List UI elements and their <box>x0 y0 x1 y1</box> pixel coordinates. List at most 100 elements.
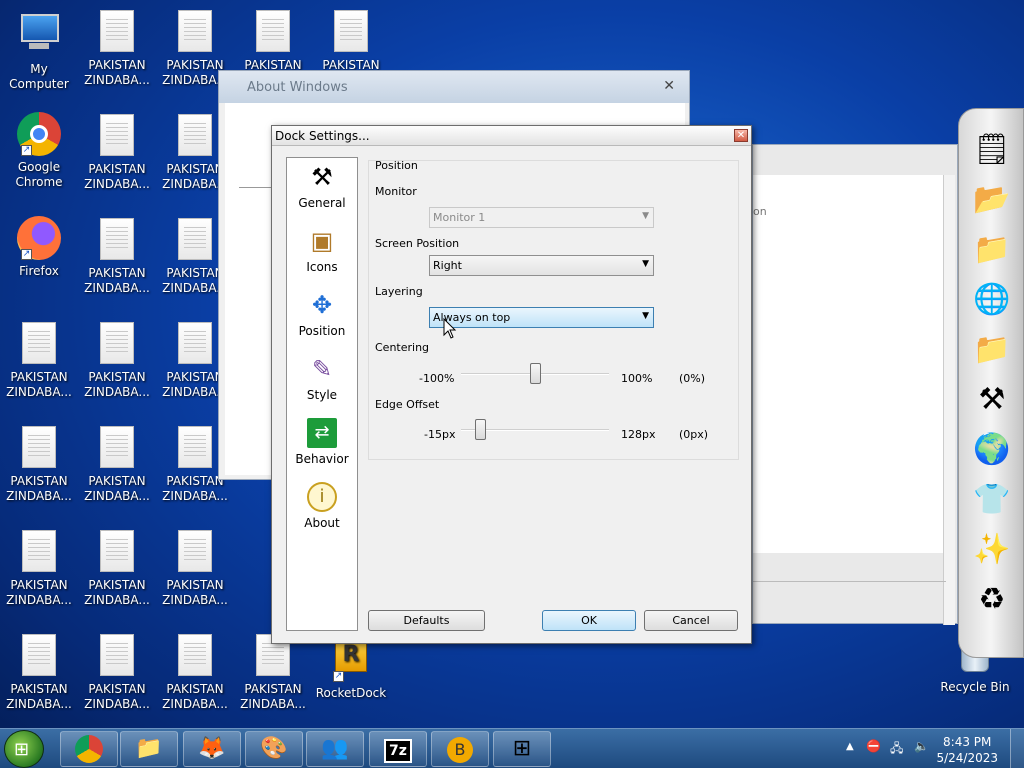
edge-offset-slider-thumb[interactable] <box>475 419 486 440</box>
document-icon <box>178 10 212 52</box>
clock-date: 5/24/2023 <box>936 751 998 765</box>
folder-icon[interactable]: 📁 <box>969 327 1015 373</box>
desktop-file-icon[interactable]: PAKISTAN ZINDABA... <box>0 634 79 712</box>
nav-item-general[interactable]: ⚒ General <box>287 158 357 222</box>
show-desktop-button[interactable] <box>1010 729 1024 768</box>
background-window[interactable]: on <box>752 144 958 625</box>
dock-settings-dialog[interactable]: Dock Settings... ✕ ⚒ General ▣ Icons ✥ P… <box>271 125 752 644</box>
scrollbar[interactable] <box>943 175 955 625</box>
layering-label: Layering <box>375 285 423 298</box>
desktop-file-icon[interactable]: PAKISTAN ZINDABA... <box>77 426 157 504</box>
explorer-icon: 📁 <box>135 736 163 761</box>
desktop-file-icon[interactable]: PAKISTAN ZINDABA... <box>77 634 157 712</box>
window-title: About Windows <box>219 71 689 103</box>
taskbar-firefox[interactable]: 🦊 <box>183 731 241 767</box>
desktop-icon-rocketdock[interactable]: R ↗ RocketDock <box>311 638 391 701</box>
document-icon <box>22 530 56 572</box>
document-icon <box>22 634 56 676</box>
icon-label: My Computer <box>9 62 69 91</box>
desktop-file-icon[interactable]: PAKISTAN ZINDABA... <box>77 10 157 88</box>
clock-time: 8:43 PM <box>943 735 992 749</box>
screen-position-select[interactable]: Right ▼ <box>429 255 654 276</box>
monitor-label: Monitor <box>375 185 417 198</box>
desktop-file-icon[interactable]: PAKISTAN ZINDABA... <box>0 530 79 608</box>
wand-icon[interactable]: ✨ <box>969 527 1015 573</box>
cancel-button[interactable]: Cancel <box>644 610 738 631</box>
folder-icon[interactable]: 📂 <box>969 177 1015 223</box>
7zip-icon: 7z <box>384 739 412 763</box>
tools-icon[interactable]: ⚒ <box>969 377 1015 423</box>
tshirt-icon[interactable]: 👕 <box>969 477 1015 523</box>
rocketdock-icon: R ↗ <box>333 638 369 682</box>
desktop-file-icon[interactable]: PAKISTAN ZINDABA... <box>0 322 79 400</box>
taskbar-windows[interactable]: ⊞ <box>493 731 551 767</box>
close-icon[interactable]: ✕ <box>663 78 675 94</box>
desktop-file-icon[interactable]: PAKISTAN ZINDABA... <box>233 634 313 712</box>
nav-item-style[interactable]: ✎ Style <box>287 350 357 414</box>
shortcut-arrow-icon: ↗ <box>21 249 32 260</box>
dialog-title: Dock Settings... <box>272 126 751 146</box>
icon-label: ZINDABA... <box>84 281 150 295</box>
notepad-icon[interactable]: 🗒 <box>969 127 1015 173</box>
recycle-bin-icon[interactable]: ♻ <box>969 577 1015 623</box>
desktop-file-icon[interactable]: PAKISTAN ZINDABA... <box>155 530 235 608</box>
defaults-button[interactable]: Defaults <box>368 610 485 631</box>
nav-item-label: About <box>304 516 340 530</box>
nav-item-about[interactable]: i About <box>287 478 357 542</box>
network-error-icon[interactable]: ⛔ <box>866 739 881 753</box>
layering-select[interactable]: Always on top ▼ <box>429 307 654 328</box>
volume-icon[interactable]: 🔈 <box>914 739 929 753</box>
edge-offset-label: Edge Offset <box>375 398 440 411</box>
taskbar: ⊞ 📁 🦊 🎨 👥 7z B ⊞ ▲ ⛔ 🖧 🔈 8:43 PM 5/24/20… <box>0 728 1024 768</box>
desktop-icon-my-computer[interactable]: My Computer <box>0 10 78 92</box>
nav-item-behavior[interactable]: ⇄ Behavior <box>287 414 357 478</box>
desktop-file-icon[interactable]: PAKISTAN ZINDABA... <box>77 530 157 608</box>
document-icon <box>22 426 56 468</box>
icon-label: ZINDABA... <box>84 697 150 711</box>
icon-label: PAKISTAN <box>166 578 224 592</box>
firefox-icon: 🦊 <box>198 736 226 761</box>
taskbar-explorer[interactable]: 📁 <box>120 731 178 767</box>
desktop-file-icon[interactable]: PAKISTAN ZINDABA... <box>77 114 157 192</box>
network-icon[interactable]: 🖧 <box>890 739 903 760</box>
desktop-file-icon[interactable]: PAKISTAN <box>233 10 313 73</box>
shortcut-arrow-icon: ↗ <box>333 671 344 682</box>
taskbar-bitcoin[interactable]: B <box>431 731 489 767</box>
nav-item-icons[interactable]: ▣ Icons <box>287 222 357 286</box>
desktop-icon-firefox[interactable]: ↗ Firefox <box>0 216 78 279</box>
desktop-file-icon[interactable]: PAKISTAN ZINDABA... <box>77 322 157 400</box>
clock[interactable]: 8:43 PM 5/24/2023 <box>936 734 998 766</box>
chevron-down-icon: ▼ <box>642 311 649 321</box>
start-button[interactable]: ⊞ <box>4 730 44 768</box>
icon-label: PAKISTAN <box>10 474 68 488</box>
show-hidden-icons-icon[interactable]: ▲ <box>846 741 854 752</box>
close-button[interactable]: ✕ <box>734 129 748 142</box>
nav-item-label: General <box>298 196 346 210</box>
windows-logo-icon: ⊞ <box>14 739 30 760</box>
icon-label: PAKISTAN <box>10 682 68 696</box>
desktop-file-icon[interactable]: PAKISTAN ZINDABA... <box>0 426 79 504</box>
nav-item-position[interactable]: ✥ Position <box>287 286 357 350</box>
desktop-file-icon[interactable]: PAKISTAN <box>311 10 391 73</box>
centering-slider-thumb[interactable] <box>530 363 541 384</box>
browser-icon[interactable]: 🌍 <box>969 427 1015 473</box>
globe-icon[interactable]: 🌐 <box>969 277 1015 323</box>
document-icon <box>334 10 368 52</box>
desktop-file-icon[interactable]: PAKISTAN ZINDABA... <box>77 218 157 296</box>
document-icon <box>178 634 212 676</box>
icon-label: PAKISTAN <box>88 266 146 280</box>
document-icon <box>178 530 212 572</box>
taskbar-app[interactable]: 👥 <box>306 731 364 767</box>
desktop-file-icon[interactable]: PAKISTAN ZINDABA... <box>155 634 235 712</box>
icon-label: ZINDABA... <box>240 697 306 711</box>
icon-label: ZINDABA... <box>84 177 150 191</box>
chrome-icon: ↗ <box>17 112 61 156</box>
taskbar-chrome[interactable] <box>60 731 118 767</box>
ok-button[interactable]: OK <box>542 610 636 631</box>
taskbar-7zip[interactable]: 7z <box>369 731 427 767</box>
edge-offset-value: (0px) <box>679 428 709 441</box>
folder-icon[interactable]: 📁 <box>969 227 1015 273</box>
people-icon: 👥 <box>321 736 349 761</box>
desktop-icon-chrome[interactable]: ↗ Google Chrome <box>0 112 78 190</box>
taskbar-paint[interactable]: 🎨 <box>245 731 303 767</box>
